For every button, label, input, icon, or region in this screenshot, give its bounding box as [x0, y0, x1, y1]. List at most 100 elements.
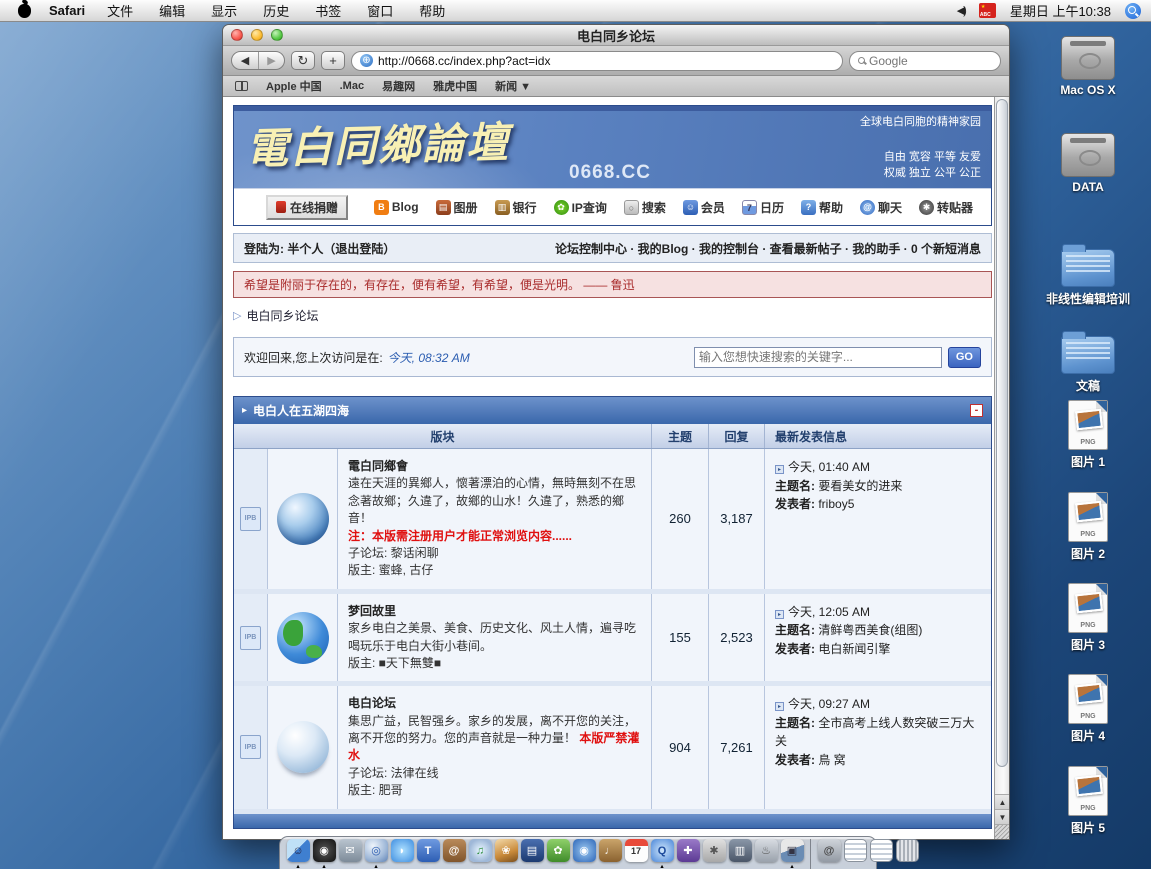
address-input[interactable]	[378, 54, 834, 68]
menu-view[interactable]: 显示	[211, 1, 237, 20]
desktop-icon-image2[interactable]: PNG 图片 2	[1032, 492, 1144, 562]
go-button[interactable]: GO	[948, 347, 981, 368]
last-poster-link[interactable]: friboy5	[818, 497, 854, 511]
forum-link[interactable]: 電白同鄉會	[348, 459, 408, 473]
dock-item-itunes[interactable]: ♫	[468, 839, 492, 862]
menu-window[interactable]: 窗口	[367, 1, 393, 20]
last-topic-link[interactable]: 要看美女的进来	[818, 479, 902, 493]
dock-minimized-window-2[interactable]	[869, 839, 893, 862]
dock-item-iweb[interactable]: ✿	[546, 839, 570, 862]
scroll-down-arrow[interactable]: ▼	[995, 809, 1009, 824]
nav-blog[interactable]: BBlog	[374, 200, 419, 215]
last-poster-link[interactable]: 电白新闻引擎	[818, 642, 890, 656]
dock-item-mail[interactable]: ✉	[338, 839, 362, 862]
dock-item-ichat[interactable]: ◗	[390, 839, 414, 862]
bookmarks-book-icon[interactable]	[235, 81, 248, 91]
dock-item-idvd[interactable]: ◉	[572, 839, 596, 862]
desktop-icon-folder-editing-training[interactable]: 非线性编辑培训	[1032, 243, 1144, 307]
desktop-icon-folder-documents[interactable]: 文稿	[1032, 330, 1144, 394]
dock-item-final-cut[interactable]: ▥	[728, 839, 752, 862]
goto-last-post-icon[interactable]: ▸	[775, 702, 784, 711]
dock-item-trash[interactable]	[895, 839, 919, 862]
bookmark-yahoo-china[interactable]: 雅虎中国	[433, 78, 477, 94]
dock-item-ical[interactable]: 17	[624, 839, 648, 862]
input-method-icon[interactable]: ★	[979, 3, 996, 18]
user-links[interactable]: 论坛控制中心 · 我的Blog · 我的控制台 · 查看最新帖子 · 我的助手 …	[555, 240, 981, 257]
nav-reposter[interactable]: ✱转贴器	[919, 199, 973, 216]
reload-button[interactable]: ↻	[291, 51, 315, 70]
goto-last-post-icon[interactable]: ▸	[775, 610, 784, 619]
dock-item-dashboard[interactable]: ◉	[312, 839, 336, 862]
add-bookmark-button[interactable]: +	[321, 51, 345, 70]
back-forward-buttons[interactable]: ◀ ▶	[231, 51, 285, 70]
google-search-field[interactable]	[849, 51, 1001, 71]
moderators[interactable]: 版主: 肥哥	[348, 782, 641, 799]
menu-file[interactable]: 文件	[107, 1, 133, 20]
category-header[interactable]: ▸ 电白人在五湖四海 -	[234, 397, 991, 424]
desktop-icon-image3[interactable]: PNG 图片 3	[1032, 583, 1144, 653]
menubar-clock[interactable]: 星期日 上午10:38	[1010, 1, 1111, 20]
desktop-icon-image4[interactable]: PNG 图片 4	[1032, 674, 1144, 744]
forum-link[interactable]: 电白论坛	[348, 696, 396, 710]
nav-chat[interactable]: @聊天	[860, 199, 902, 216]
dock-item-imovie[interactable]: ▤	[520, 839, 544, 862]
quick-search-input[interactable]	[694, 347, 942, 368]
scrollbar-thumb[interactable]	[996, 99, 1008, 767]
title-bar[interactable]: 电白同乡论坛	[223, 25, 1009, 46]
goto-last-post-icon[interactable]: ▸	[775, 465, 784, 474]
desktop-icon-macosx[interactable]: Mac OS X	[1032, 36, 1144, 97]
spotlight-icon[interactable]	[1125, 3, 1141, 19]
dock-item-textedit[interactable]: T	[416, 839, 440, 862]
nav-help[interactable]: ?帮助	[801, 199, 843, 216]
dock-item-image-capture[interactable]: ▣	[780, 839, 804, 862]
menu-app-name[interactable]: Safari	[49, 3, 85, 18]
dock-item-garageband[interactable]: ♩	[598, 839, 622, 862]
scroll-up-arrow[interactable]: ▲	[995, 794, 1009, 809]
apple-menu-icon[interactable]	[18, 4, 31, 18]
collapse-button[interactable]: -	[970, 404, 983, 417]
last-poster-link[interactable]: 鳥 窝	[818, 753, 845, 767]
nav-ip-lookup[interactable]: ✿IP查询	[554, 199, 607, 216]
bookmark-eachnet[interactable]: 易趣网	[382, 78, 415, 94]
desktop-icon-image1[interactable]: PNG 图片 1	[1032, 400, 1144, 470]
bookmark-news-menu[interactable]: 新闻 ▼	[495, 78, 531, 94]
menu-history[interactable]: 历史	[263, 1, 289, 20]
dock-item-mail-server[interactable]: @	[817, 839, 841, 862]
dock-item-address-book[interactable]: @	[442, 839, 466, 862]
category-title[interactable]: 电白人在五湖四海	[253, 402, 349, 419]
nav-album[interactable]: ▤图册	[436, 199, 478, 216]
donate-button[interactable]: 在线捐赠	[266, 195, 348, 220]
moderators[interactable]: 版主: 蜜蜂, 古仔	[348, 562, 641, 579]
dock-item-font-book[interactable]: ✚	[676, 839, 700, 862]
resize-grip[interactable]	[995, 824, 1009, 839]
nav-calendar[interactable]: 7日历	[742, 199, 784, 216]
menu-help[interactable]: 帮助	[419, 1, 445, 20]
forward-button[interactable]: ▶	[258, 52, 284, 69]
moderators[interactable]: 版主: ■天下無雙■	[348, 655, 641, 672]
bookmark-dotmac[interactable]: .Mac	[340, 80, 364, 92]
menu-edit[interactable]: 编辑	[159, 1, 185, 20]
back-button[interactable]: ◀	[232, 52, 258, 69]
dock-item-safari[interactable]: ◎	[364, 839, 388, 862]
google-search-input[interactable]	[869, 54, 992, 68]
nav-bank[interactable]: ▥银行	[495, 199, 537, 216]
dock-item-system-preferences[interactable]: ✱	[702, 839, 726, 862]
subforum-link[interactable]: 子论坛: 黎话闲聊	[348, 545, 641, 562]
dock-item-toast[interactable]: ♨	[754, 839, 778, 862]
login-status[interactable]: 登陆为: 半个人（退出登陆）	[244, 240, 395, 257]
dock-item-iphoto[interactable]: ❀	[494, 839, 518, 862]
bookmark-apple-china[interactable]: Apple 中国	[266, 78, 322, 94]
desktop-icon-image5[interactable]: PNG 图片 5	[1032, 766, 1144, 836]
vertical-scrollbar[interactable]: ▲ ▼	[994, 97, 1009, 839]
address-bar[interactable]: ⊕	[351, 51, 843, 71]
volume-icon[interactable]: ◀)	[957, 4, 965, 17]
dock-minimized-window-1[interactable]	[843, 839, 867, 862]
forum-link[interactable]: 梦回故里	[348, 604, 396, 618]
subforum-link[interactable]: 子论坛: 法律在线	[348, 765, 641, 782]
desktop-icon-data[interactable]: DATA	[1032, 133, 1144, 194]
last-topic-link[interactable]: 清鲜粤西美食(组图)	[818, 623, 922, 637]
dock-item-finder[interactable]: ☺	[286, 839, 310, 862]
nav-members[interactable]: ☺会员	[683, 199, 725, 216]
nav-search[interactable]: ○搜索	[624, 199, 666, 216]
dock-item-quicktime[interactable]: Q	[650, 839, 674, 862]
